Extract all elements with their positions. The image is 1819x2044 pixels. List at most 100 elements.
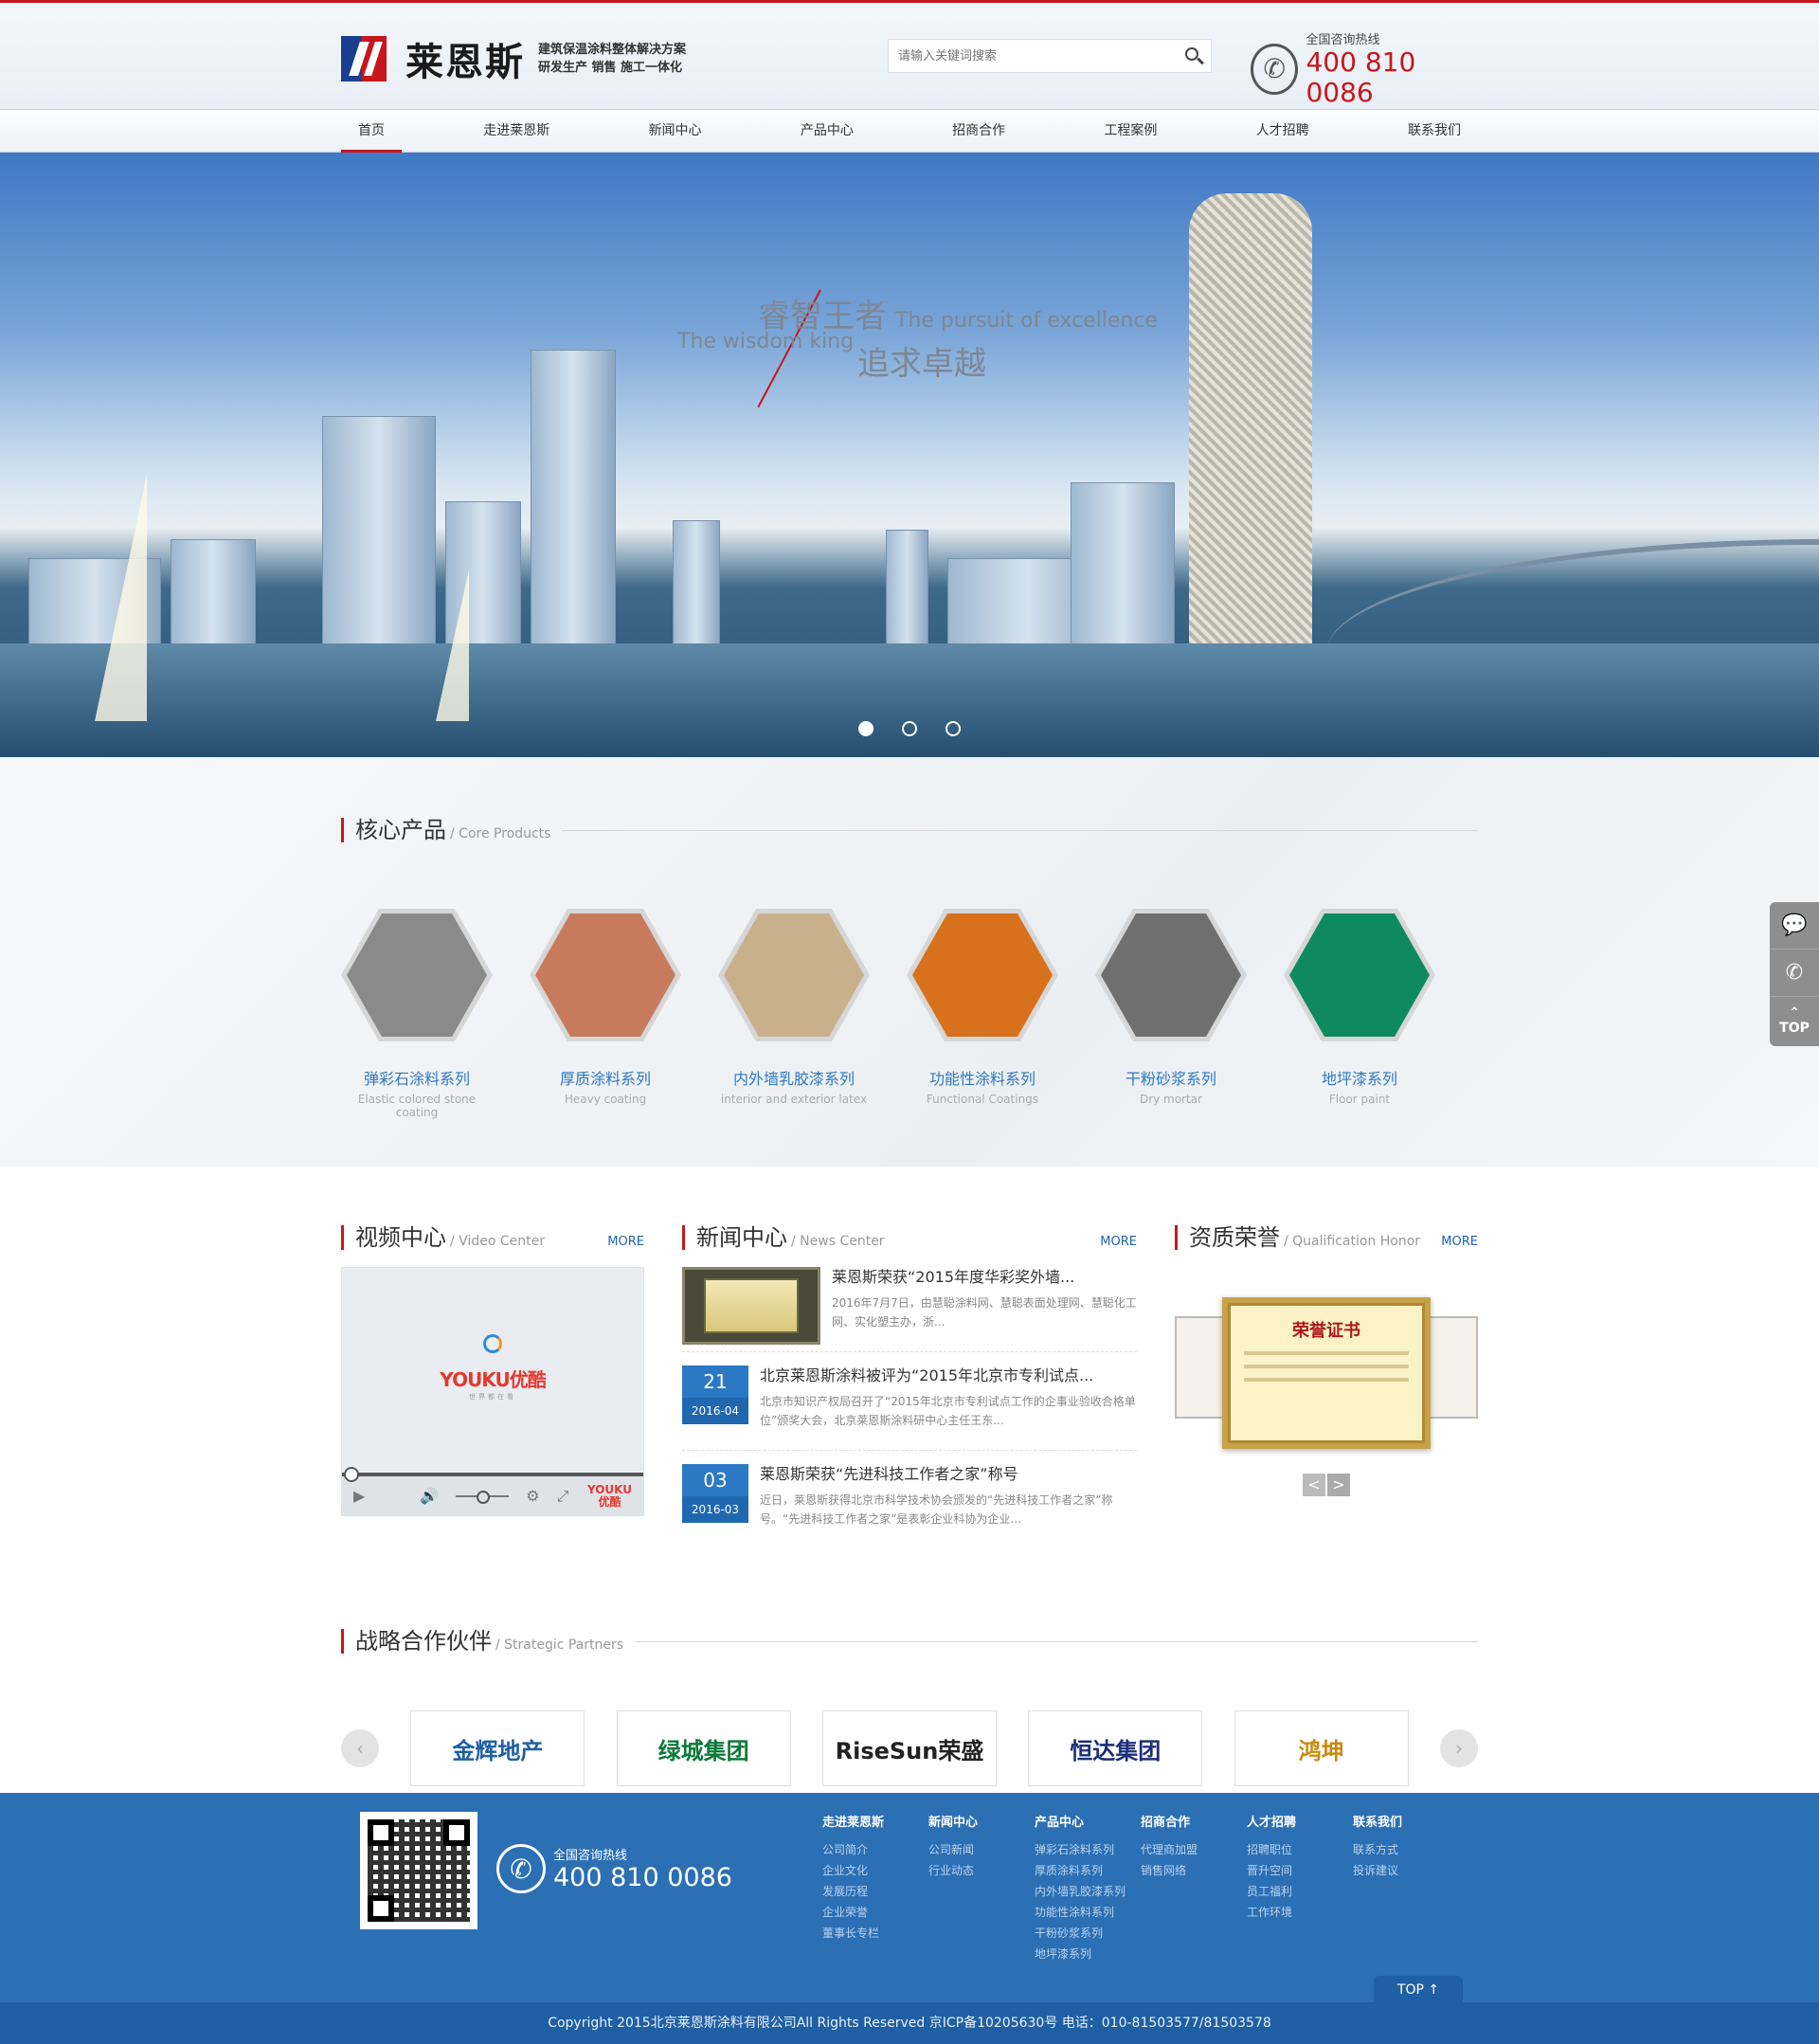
nav-item-cases[interactable]: 工程案例 <box>1087 110 1174 153</box>
back-to-top-button[interactable]: TOP ↑ <box>1374 1976 1463 2004</box>
header-hotline: ✆ 全国咨询热线 400 810 0086 <box>1251 29 1478 108</box>
product-item[interactable]: 地坪漆系列 Floor paint <box>1284 909 1435 1119</box>
sailboat-icon <box>436 570 469 721</box>
nav-item-products[interactable]: 产品中心 <box>783 110 871 153</box>
footer-link[interactable]: 公司新闻 <box>928 1839 1035 1860</box>
slogan-en-1: The wisdom king <box>677 330 855 353</box>
video-player[interactable]: YOUKU优酷 世界都在看 ▶ 🔊 ⚙ ⤢ YOUKU 优酷 <box>341 1267 644 1516</box>
product-item[interactable]: 干粉砂浆系列 Dry mortar <box>1095 909 1247 1119</box>
logo-tagline: 建筑保温涂料整体解决方案 研发生产 销售 施工一体化 <box>538 43 687 75</box>
video-controls: ▶ 🔊 ⚙ ⤢ YOUKU 优酷 <box>342 1467 643 1515</box>
qr-code <box>360 1812 477 1929</box>
fullscreen-icon[interactable]: ⤢ <box>557 1487 569 1506</box>
footer-link[interactable]: 行业动态 <box>928 1860 1035 1881</box>
partner-logo[interactable]: 金辉地产 <box>410 1710 585 1786</box>
youku-logo: YOUKU优酷 <box>440 1368 546 1391</box>
honor-next-button[interactable]: > <box>1327 1474 1350 1496</box>
sailboat-icon <box>95 475 147 721</box>
footer-link[interactable]: 发展历程 <box>822 1881 928 1902</box>
top-button[interactable]: ⌃ TOP <box>1770 997 1819 1044</box>
news-item[interactable]: 21 2016-04 北京莱恩斯涂料被评为“2015年北京市专利试点... 北京… <box>682 1366 1137 1451</box>
banner-building <box>673 520 720 662</box>
news-more-link[interactable]: MORE <box>1100 1235 1137 1249</box>
footer-link[interactable]: 厚质涂料系列 <box>1035 1860 1141 1881</box>
slogan-en-2: The pursuit of excellence <box>895 309 1158 333</box>
nav-item-about[interactable]: 走进莱恩斯 <box>466 110 567 153</box>
footer-link[interactable]: 公司简介 <box>822 1839 928 1860</box>
nav-item-cooperation[interactable]: 招商合作 <box>935 110 1022 153</box>
footer-link[interactable]: 投诉建议 <box>1353 1860 1459 1881</box>
nav-item-contact[interactable]: 联系我们 <box>1391 110 1478 153</box>
news-desc: 北京市知识产权局召开了“2015年北京市专利试点工作的企事业验收合格单位”颁奖大… <box>760 1395 1136 1427</box>
partner-logo[interactable]: RiseSun荣盛 <box>821 1710 997 1786</box>
honor-more-link[interactable]: MORE <box>1441 1235 1478 1249</box>
news-item[interactable]: 03 2016-03 莱恩斯荣获“先进科技工作者之家”称号 近日，莱恩斯获得北京… <box>682 1464 1137 1549</box>
partner-logo[interactable]: 绿城集团 <box>616 1710 791 1786</box>
settings-icon[interactable]: ⚙ <box>526 1487 539 1505</box>
phone-icon: ✆ <box>1251 43 1299 95</box>
footer-link[interactable]: 联系方式 <box>1353 1839 1459 1860</box>
news-center: 新闻中心 / News Center MORE 莱恩斯荣获“2015年度华彩奖外… <box>682 1225 1137 1563</box>
partner-prev-button[interactable]: ‹ <box>341 1729 379 1767</box>
footer-link[interactable]: 招聘职位 <box>1247 1839 1353 1860</box>
search-input[interactable] <box>889 40 1177 72</box>
partner-next-button[interactable]: › <box>1439 1729 1478 1767</box>
product-item[interactable]: 弹彩石涂料系列 Elastic colored stone coating <box>341 909 493 1119</box>
banner-tower <box>1189 193 1312 667</box>
main-nav: 首页 走进莱恩斯 新闻中心 产品中心 招商合作 工程案例 人才招聘 联系我们 <box>0 110 1819 153</box>
news-title[interactable]: 北京莱恩斯涂料被评为“2015年北京市专利试点... <box>760 1366 1137 1386</box>
partner-logo[interactable]: 鸿坤 <box>1234 1710 1409 1786</box>
volume-slider[interactable] <box>456 1490 510 1504</box>
footer-link[interactable]: 晋升空间 <box>1247 1860 1353 1881</box>
floating-sidebar: 💬 ✆ ⌃ TOP <box>1770 902 1819 1046</box>
section-title: 视频中心 / Video Center MORE <box>341 1225 644 1250</box>
partner-logo[interactable]: 恒达集团 <box>1028 1710 1203 1786</box>
search-icon[interactable] <box>1177 40 1211 72</box>
progress-handle[interactable] <box>344 1467 359 1482</box>
nav-item-jobs[interactable]: 人才招聘 <box>1239 110 1326 153</box>
news-thumbnail <box>682 1267 820 1345</box>
footer-link[interactable]: 企业荣誉 <box>822 1902 928 1923</box>
product-item[interactable]: 功能性涂料系列 Functional Coatings <box>907 909 1058 1119</box>
phone-icon[interactable]: ✆ <box>1770 950 1819 997</box>
volume-icon[interactable]: 🔊 <box>420 1487 439 1505</box>
section-title: 新闻中心 / News Center MORE <box>682 1225 1137 1250</box>
honor-prev-button[interactable]: < <box>1303 1474 1325 1496</box>
slider-dot-3[interactable] <box>946 721 961 736</box>
product-swatch <box>1101 913 1241 1037</box>
product-item[interactable]: 内外墙乳胶漆系列 interior and exterior latex <box>718 909 870 1119</box>
news-item[interactable]: 莱恩斯荣获“2015年度华彩奖外墙... 2016年7月7日，由慧聪涂料网、慧聪… <box>682 1267 1137 1352</box>
footer-link[interactable]: 员工福利 <box>1247 1881 1353 1902</box>
news-title[interactable]: 莱恩斯荣获“先进科技工作者之家”称号 <box>760 1464 1137 1485</box>
footer-link[interactable]: 功能性涂料系列 <box>1035 1902 1141 1923</box>
news-date-badge: 21 2016-04 <box>682 1366 748 1424</box>
footer-link[interactable]: 工作环境 <box>1247 1902 1353 1923</box>
nav-item-home[interactable]: 首页 <box>341 110 402 153</box>
product-list: 弹彩石涂料系列 Elastic colored stone coating 厚质… <box>341 909 1478 1119</box>
banner-sea <box>0 643 1819 757</box>
play-icon[interactable]: ▶ <box>353 1487 365 1505</box>
partner-carousel: ‹ 金辉地产 绿城集团 RiseSun荣盛 恒达集团 鸿坤 › <box>341 1710 1478 1786</box>
honor-center: 资质荣誉 / Qualification Honor MORE 荣誉证书 < > <box>1175 1225 1478 1563</box>
footer-link[interactable]: 销售网络 <box>1141 1860 1247 1881</box>
video-more-link[interactable]: MORE <box>607 1235 644 1249</box>
phone-icon: ✆ <box>496 1844 546 1893</box>
footer-link[interactable]: 地坪漆系列 <box>1035 1944 1141 1964</box>
footer-link[interactable]: 内外墙乳胶漆系列 <box>1035 1881 1141 1902</box>
site-logo[interactable]: 莱恩斯 建筑保温涂料整体解决方案 研发生产 销售 施工一体化 <box>341 31 686 86</box>
hero-banner: 睿智王者 The wisdom king The pursuit of exce… <box>0 153 1819 757</box>
news-title[interactable]: 莱恩斯荣获“2015年度华彩奖外墙... <box>832 1267 1137 1288</box>
certificate-image[interactable]: 荣誉证书 <box>1222 1297 1431 1449</box>
news-desc: 近日，莱恩斯获得北京市科学技术协会颁发的“先进科技工作者之家”称号。“先进科技工… <box>760 1493 1113 1526</box>
nav-item-news[interactable]: 新闻中心 <box>632 110 719 153</box>
footer-link[interactable]: 企业文化 <box>822 1860 928 1881</box>
footer-link[interactable]: 干粉砂浆系列 <box>1035 1923 1141 1944</box>
slider-dot-1[interactable] <box>858 721 873 736</box>
footer-hotline: ✆ 全国咨询热线 400 810 0086 <box>496 1840 732 1897</box>
footer-link[interactable]: 弹彩石涂料系列 <box>1035 1839 1141 1860</box>
footer-link[interactable]: 董事长专栏 <box>822 1923 928 1944</box>
footer-link[interactable]: 代理商加盟 <box>1141 1839 1247 1860</box>
wechat-icon[interactable]: 💬 <box>1770 902 1819 950</box>
product-item[interactable]: 厚质涂料系列 Heavy coating <box>530 909 681 1119</box>
slider-dot-2[interactable] <box>902 721 917 736</box>
